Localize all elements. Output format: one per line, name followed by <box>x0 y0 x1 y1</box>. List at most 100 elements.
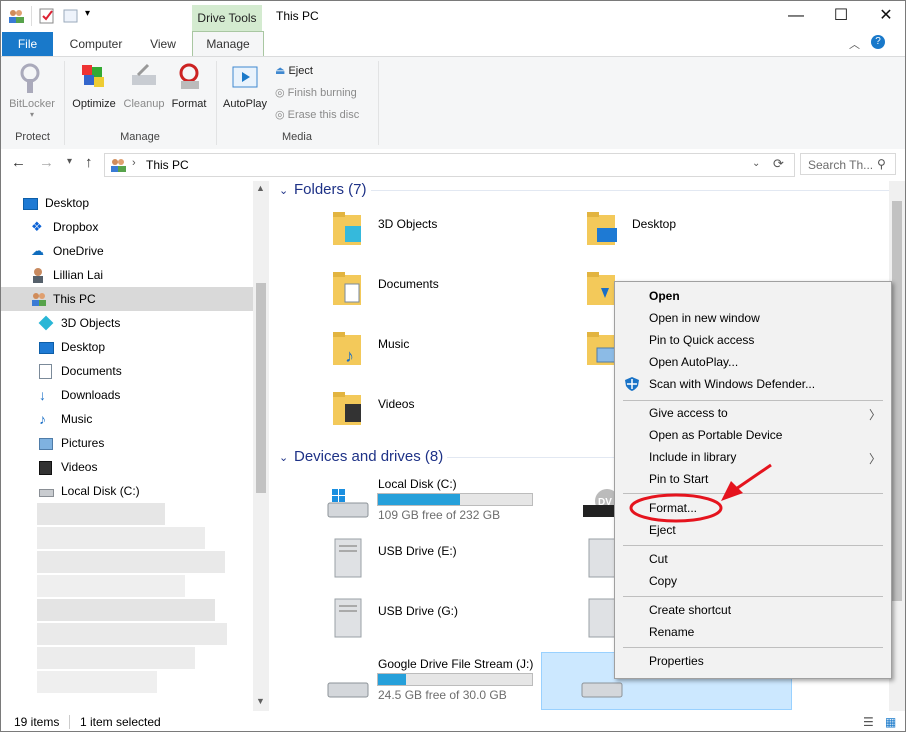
format-ribbon-button[interactable]: Format <box>168 61 210 110</box>
finish-burning-button[interactable]: ◎ Finish burning <box>275 86 357 99</box>
tiles-view-icon[interactable]: ▦ <box>885 715 896 729</box>
drive-usb-e[interactable]: USB Drive (E:) <box>378 544 457 558</box>
tab-file[interactable]: File <box>2 32 53 56</box>
nav-label: Videos <box>61 460 98 474</box>
group-media-label: Media <box>282 131 312 143</box>
finish-burning-label: Finish burning <box>287 87 357 99</box>
eject-label: Eject <box>288 65 313 77</box>
address-bar[interactable]: › This PC ⌄ ⟳ <box>104 153 795 177</box>
up-arrow-icon[interactable]: ↑ <box>85 154 93 171</box>
menu-scan-defender[interactable]: Scan with Windows Defender... <box>649 373 815 395</box>
cleanup-label: Cleanup <box>123 98 165 110</box>
menu-open-new-window[interactable]: Open in new window <box>649 307 760 329</box>
address-dropdown-icon[interactable]: ⌄ <box>752 158 760 169</box>
group-manage-label: Manage <box>120 131 160 143</box>
folder-pictures-icon <box>587 332 616 365</box>
drive-usb-g[interactable]: USB Drive (G:) <box>378 604 458 618</box>
devices-group-header[interactable]: Devices and drives (8) <box>294 448 443 465</box>
collapse-ribbon-icon[interactable]: ︿ <box>849 36 860 52</box>
menu-separator <box>623 596 883 597</box>
eject-icon: ⏏ <box>275 65 286 77</box>
pictures-icon <box>39 438 53 450</box>
optimize-button[interactable]: Optimize <box>69 61 119 110</box>
redacted-block <box>37 623 227 645</box>
group-protect-label: Protect <box>15 131 50 143</box>
redacted-block <box>37 551 225 573</box>
recent-locations-icon[interactable]: ▾ <box>67 156 72 167</box>
autoplay-label: AutoPlay <box>222 98 268 110</box>
tab-view[interactable]: View <box>141 32 185 56</box>
users-icon[interactable] <box>7 8 25 24</box>
folder-music[interactable]: Music <box>378 337 409 351</box>
title-bar: ▾ Drive Tools This PC — ☐ ✕ <box>1 1 905 32</box>
forward-arrow-icon[interactable]: → <box>39 154 54 171</box>
details-view-icon[interactable]: ☰ <box>863 715 874 729</box>
scroll-down-icon[interactable]: ▼ <box>256 696 265 706</box>
menu-copy[interactable]: Copy <box>649 570 677 592</box>
content-scrollbar-thumb[interactable] <box>892 201 902 601</box>
help-icon[interactable]: ? <box>871 35 885 49</box>
menu-pin-quick-access[interactable]: Pin to Quick access <box>649 329 754 351</box>
bitlocker-button[interactable]: BitLocker ▾ <box>5 61 59 119</box>
eject-button[interactable]: ⏏ Eject <box>275 64 313 77</box>
search-icon: ⚲ <box>877 157 886 171</box>
drive-local-disk-c[interactable]: Local Disk (C:) <box>378 477 457 491</box>
onedrive-icon: ☁ <box>31 243 44 258</box>
folder-3d-objects[interactable]: 3D Objects <box>378 217 437 231</box>
menu-separator <box>623 545 883 546</box>
folder-videos[interactable]: Videos <box>378 397 414 411</box>
menu-give-access[interactable]: Give access to <box>649 402 728 424</box>
format-ribbon-label: Format <box>171 98 207 110</box>
nav-label: Local Disk (C:) <box>61 484 140 498</box>
breadcrumb-chevron-icon[interactable]: › <box>132 157 136 169</box>
bitlocker-dropdown-icon: ▾ <box>29 110 34 119</box>
menu-cut[interactable]: Cut <box>649 548 668 570</box>
folders-group-header[interactable]: Folders (7) <box>294 181 367 198</box>
tab-manage[interactable]: Manage <box>192 31 264 56</box>
nav-scrollbar-thumb[interactable] <box>256 283 266 493</box>
menu-rename[interactable]: Rename <box>649 621 694 643</box>
qat-dropdown-icon[interactable]: ▾ <box>85 8 90 19</box>
submenu-arrow-icon: 〉 <box>868 452 881 466</box>
breadcrumb[interactable]: This PC <box>146 158 189 172</box>
menu-properties[interactable]: Properties <box>649 650 704 672</box>
collapse-chevron-icon[interactable]: ⌄ <box>279 451 288 464</box>
menu-open-portable[interactable]: Open as Portable Device <box>649 424 782 446</box>
back-arrow-icon[interactable]: ← <box>11 154 26 171</box>
downloads-icon: ↓ <box>39 387 46 403</box>
svg-text:♪: ♪ <box>345 346 354 366</box>
cleanup-button[interactable]: Cleanup <box>120 61 168 110</box>
maximize-button[interactable]: ☐ <box>818 1 864 31</box>
window-title: This PC <box>276 9 319 23</box>
nav-label: 3D Objects <box>61 316 121 330</box>
nav-label: Desktop <box>45 196 90 210</box>
videos-icon <box>39 461 52 475</box>
minimize-button[interactable]: — <box>773 1 819 31</box>
close-button[interactable]: ✕ <box>863 1 905 31</box>
redacted-block <box>37 671 157 693</box>
usb-drive-g-icon <box>334 598 362 638</box>
erase-disc-button[interactable]: ◎ Erase this disc <box>275 108 359 121</box>
redacted-block <box>37 503 165 525</box>
menu-open-autoplay[interactable]: Open AutoPlay... <box>649 351 738 373</box>
dropbox-icon: ❖ <box>31 219 43 234</box>
refresh-icon[interactable]: ⟳ <box>773 156 784 172</box>
folder-documents[interactable]: Documents <box>378 277 439 291</box>
drive-google-j[interactable]: Google Drive File Stream (J:) <box>378 657 533 671</box>
redacted-block <box>37 575 185 597</box>
folder-desktop[interactable]: Desktop <box>632 217 676 231</box>
folder-music-icon: ♪ <box>333 332 361 366</box>
tab-computer[interactable]: Computer <box>61 32 131 56</box>
menu-separator <box>623 647 883 648</box>
scroll-up-icon[interactable]: ▲ <box>256 183 265 193</box>
local-disk-icon <box>39 489 54 497</box>
submenu-arrow-icon: 〉 <box>868 408 881 422</box>
menu-open[interactable]: Open <box>649 285 680 307</box>
autoplay-button[interactable]: AutoPlay <box>221 61 269 110</box>
properties-qat-icon[interactable] <box>39 8 55 24</box>
menu-create-shortcut[interactable]: Create shortcut <box>649 599 731 621</box>
new-folder-qat-icon[interactable] <box>63 8 79 24</box>
collapse-chevron-icon[interactable]: ⌄ <box>279 184 288 197</box>
redacted-block <box>37 647 195 669</box>
finish-burning-icon: ◎ <box>275 87 285 99</box>
